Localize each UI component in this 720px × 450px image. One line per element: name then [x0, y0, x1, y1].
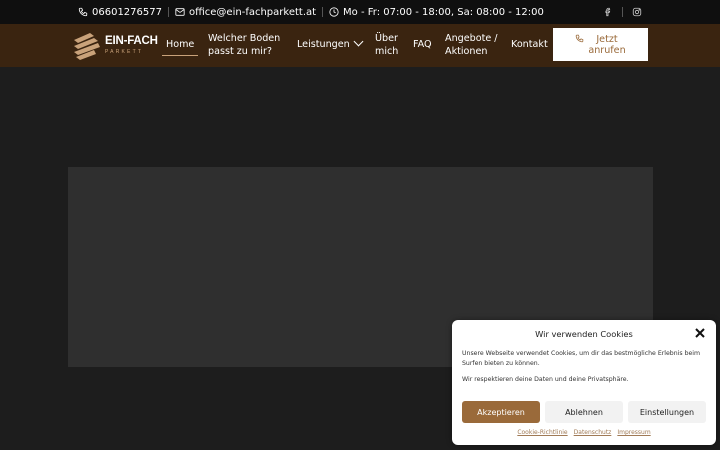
- instagram-icon[interactable]: [632, 7, 642, 17]
- parquet-logo-icon: [74, 32, 100, 60]
- nav-contact-label: Kontakt: [511, 39, 548, 50]
- nav-offers[interactable]: Angebote / Aktionen: [445, 32, 498, 58]
- cookie-privacy-note: Wir respektieren deine Daten und deine P…: [462, 376, 629, 383]
- accept-button[interactable]: Akzeptieren: [462, 401, 540, 423]
- cookie-description: Unsere Webseite verwendet Cookies, um di…: [462, 350, 701, 367]
- contact-info: 06601276577 office@ein-fachparkett.at Mo…: [78, 7, 544, 18]
- divider: [168, 7, 169, 17]
- nav-services[interactable]: Leistungen: [297, 36, 364, 51]
- logo-name: EIN-FACH: [105, 35, 158, 48]
- privacy-link[interactable]: Datenschutz: [574, 429, 612, 436]
- email-address: office@ein-fachparkett.at: [189, 6, 317, 18]
- nav-offers-line2: Aktionen: [445, 46, 488, 57]
- nav-contact[interactable]: Kontakt: [511, 38, 548, 51]
- nav-home[interactable]: Home: [161, 38, 199, 56]
- nav-about-line1: Über: [375, 33, 398, 44]
- call-now-button[interactable]: Jetzt anrufen: [553, 28, 648, 61]
- main-header: EIN-FACH PARKETT Home Welcher Boden pass…: [0, 24, 720, 67]
- mail-icon: [175, 8, 185, 16]
- cookie-consent-dialog: Wir verwenden Cookies Unsere Webseite ve…: [452, 320, 716, 445]
- nav-about-line2: mich: [375, 46, 399, 57]
- cookie-links: Cookie-Richtlinie Datenschutz Impressum: [452, 429, 716, 436]
- close-icon[interactable]: [694, 327, 706, 339]
- nav-offers-line1: Angebote /: [445, 33, 498, 44]
- nav-about[interactable]: Über mich: [375, 32, 398, 58]
- opening-hours: Mo - Fr: 07:00 - 18:00, Sa: 08:00 - 12:0…: [329, 7, 544, 18]
- cookie-buttons: Akzeptieren Ablehnen Einstellungen: [462, 401, 711, 423]
- chevron-down-icon: [353, 36, 364, 47]
- logo-subtitle: PARKETT: [105, 48, 144, 55]
- social-links: [603, 0, 642, 24]
- nav-floor-line2: passt zu mir?: [208, 46, 272, 57]
- hours-text: Mo - Fr: 07:00 - 18:00, Sa: 08:00 - 12:0…: [343, 6, 544, 18]
- divider: [622, 7, 623, 17]
- facebook-icon[interactable]: [603, 7, 613, 17]
- decline-button[interactable]: Ablehnen: [545, 401, 623, 423]
- divider: [322, 7, 324, 17]
- nav-home-label: Home: [166, 39, 195, 50]
- nav-services-label: Leistungen: [297, 39, 350, 50]
- settings-button[interactable]: Einstellungen: [628, 401, 706, 423]
- top-info-bar: 06601276577 office@ein-fachparkett.at Mo…: [0, 0, 720, 24]
- email-link[interactable]: office@ein-fachparkett.at: [175, 7, 316, 18]
- clock-icon: [329, 7, 339, 17]
- imprint-link[interactable]: Impressum: [617, 429, 650, 436]
- cookie-policy-link[interactable]: Cookie-Richtlinie: [517, 429, 567, 436]
- cookie-title: Wir verwenden Cookies: [535, 329, 633, 339]
- nav-faq[interactable]: FAQ: [413, 38, 432, 51]
- phone-icon: [78, 7, 88, 17]
- phone-link[interactable]: 06601276577: [78, 7, 162, 18]
- call-line2: anrufen: [588, 44, 626, 56]
- nav-floor-line1: Welcher Boden: [208, 33, 281, 44]
- nav-which-floor[interactable]: Welcher Boden passt zu mir?: [208, 32, 280, 58]
- call-line1: Jetzt: [596, 33, 618, 45]
- site-logo[interactable]: EIN-FACH PARKETT: [72, 30, 158, 61]
- phone-icon: [576, 34, 584, 43]
- phone-number: 06601276577: [92, 6, 162, 18]
- nav-faq-label: FAQ: [413, 39, 432, 50]
